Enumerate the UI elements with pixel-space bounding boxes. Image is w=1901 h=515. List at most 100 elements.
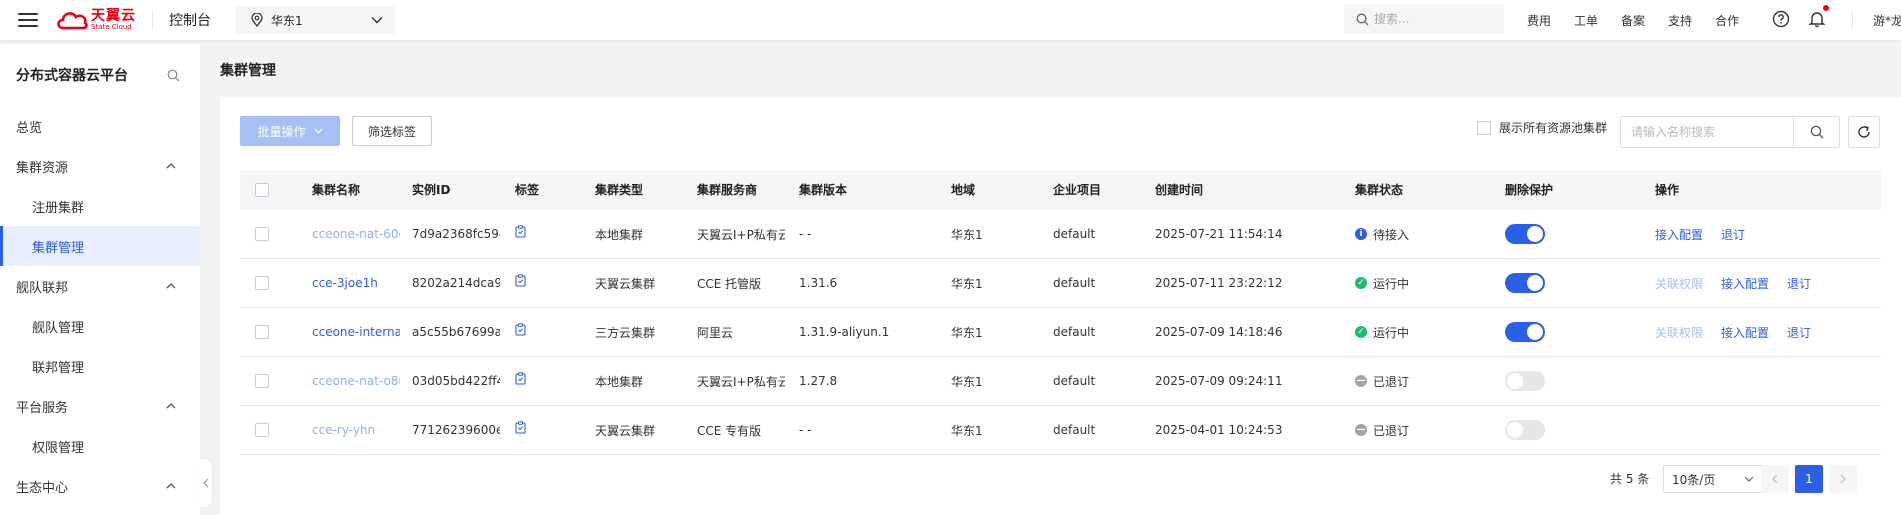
- row-select-cell: [255, 259, 269, 307]
- cell-ops: 关联权限 接入配置 退订: [1655, 308, 1875, 356]
- status-off-icon: —: [1355, 424, 1367, 436]
- notification-dot: [1823, 5, 1829, 11]
- sidebar-item-0[interactable]: 总览: [0, 106, 200, 146]
- page-size-select[interactable]: 10条/页: [1663, 465, 1763, 493]
- sidebar: 分布式容器云平台 总览 集群资源 注册集群 集群管理 舰队联邦 舰队管理 联邦管理 平台服务权…: [0, 44, 200, 515]
- region-text: 华东1: [951, 325, 983, 340]
- search-icon: [1810, 125, 1823, 139]
- column-header-1: 实例ID: [412, 183, 451, 197]
- cluster-name-link[interactable]: cce-3joe1h: [312, 276, 378, 290]
- sidebar-item-7[interactable]: 平台服务: [0, 386, 200, 426]
- cell-provider: 天翼云I+P私有云: [697, 357, 785, 405]
- delete-protection-toggle[interactable]: [1505, 224, 1545, 244]
- action-link-0[interactable]: 关联权限: [1655, 324, 1703, 341]
- cell-created: 2025-07-09 09:24:11: [1155, 357, 1345, 405]
- sidebar-item-label: 集群资源: [16, 160, 69, 176]
- region-text: 华东1: [951, 374, 983, 389]
- cell-tag: [515, 210, 555, 258]
- tag-clipboard-icon[interactable]: [515, 273, 526, 287]
- cell-type: 三方云集群: [595, 308, 687, 356]
- action-link-2[interactable]: 退订: [1787, 324, 1811, 341]
- instance_id-text: a5c55b67699a4: [412, 325, 500, 339]
- refresh-button[interactable]: [1848, 116, 1880, 148]
- filter-tags-button[interactable]: 筛选标签: [352, 116, 432, 146]
- row-checkbox[interactable]: [255, 325, 269, 339]
- created-text: 2025-07-09 14:18:46: [1155, 325, 1283, 339]
- action-link-1[interactable]: 接入配置: [1721, 324, 1769, 341]
- cell-project: default: [1053, 308, 1143, 356]
- action-link-0[interactable]: 关联权限: [1655, 275, 1703, 292]
- row-checkbox[interactable]: [255, 423, 269, 437]
- global-search[interactable]: [1344, 4, 1504, 34]
- help-icon[interactable]: [1772, 10, 1790, 28]
- sidebar-collapse-handle[interactable]: [200, 459, 212, 507]
- nav-link-partner[interactable]: 合作: [1715, 12, 1739, 29]
- sidebar-item-2[interactable]: 注册集群: [0, 186, 200, 226]
- cluster-name-link[interactable]: cceone-interna: [312, 325, 400, 339]
- sidebar-item-4[interactable]: 舰队联邦: [0, 266, 200, 306]
- project-text: default: [1053, 325, 1096, 339]
- row-checkbox[interactable]: [255, 227, 269, 241]
- logo[interactable]: 天翼云 State Cloud: [55, 9, 136, 31]
- action-link-1[interactable]: 退订: [1721, 226, 1745, 243]
- cloud-logo-icon: [57, 12, 88, 30]
- show-all-checkbox[interactable]: [1477, 120, 1491, 135]
- user-name[interactable]: 游*龙: [1873, 12, 1901, 29]
- name-search-input[interactable]: [1621, 117, 1793, 147]
- next-page-button[interactable]: [1829, 465, 1857, 493]
- name-search-button[interactable]: [1793, 117, 1839, 147]
- console-link[interactable]: 控制台: [169, 10, 211, 30]
- column-header-9: 集群状态: [1355, 183, 1404, 197]
- tag-clipboard-icon[interactable]: [515, 322, 526, 336]
- row-checkbox[interactable]: [255, 276, 269, 290]
- chevron-up-icon: [166, 163, 176, 169]
- cluster-name-link[interactable]: cceone-nat-60c: [312, 227, 400, 241]
- nav-link-support[interactable]: 支持: [1668, 12, 1692, 29]
- batch-operations-button[interactable]: 批量操作: [240, 116, 340, 146]
- region-select[interactable]: 华东1: [235, 6, 395, 34]
- tag-clipboard-icon[interactable]: [515, 420, 526, 434]
- action-link-0[interactable]: 接入配置: [1655, 226, 1703, 243]
- sidebar-item-5[interactable]: 舰队管理: [0, 306, 200, 346]
- prev-page-button[interactable]: [1761, 465, 1789, 493]
- status-ok-icon: ✓: [1355, 277, 1367, 289]
- delete-protection-toggle[interactable]: [1505, 371, 1545, 391]
- nav-link-tickets[interactable]: 工单: [1574, 12, 1598, 29]
- chevron-down-icon: [1744, 476, 1754, 482]
- sidebar-item-9[interactable]: 生态中心: [0, 466, 200, 506]
- nav-link-fees[interactable]: 费用: [1527, 12, 1551, 29]
- menu-icon[interactable]: [18, 13, 38, 27]
- tag-clipboard-icon[interactable]: [515, 371, 526, 385]
- sidebar-item-3[interactable]: 集群管理: [0, 226, 200, 266]
- page-button-current[interactable]: 1: [1795, 465, 1823, 493]
- cell-protect: [1505, 357, 1595, 405]
- row-actions: 关联权限 接入配置 退订: [1655, 324, 1811, 341]
- row-checkbox[interactable]: [255, 374, 269, 388]
- delete-protection-toggle[interactable]: [1505, 420, 1545, 440]
- action-link-1[interactable]: 接入配置: [1721, 275, 1769, 292]
- logo-subtext: State Cloud: [91, 23, 132, 31]
- cluster-name-link[interactable]: cce-ry-yhn: [312, 423, 375, 437]
- top-links: 费用 工单 备案 支持 合作: [1527, 0, 1762, 40]
- show-all-pools-option[interactable]: 展示所有资源池集群: [1477, 119, 1607, 136]
- status-text: 运行中: [1373, 276, 1410, 291]
- cluster-name-link[interactable]: cceone-nat-o8u: [312, 374, 400, 388]
- action-link-2[interactable]: 退订: [1787, 275, 1811, 292]
- sidebar-item-label: 平台服务: [16, 400, 69, 416]
- divider: [1852, 10, 1853, 30]
- cell-provider: 阿里云: [697, 308, 785, 356]
- delete-protection-toggle[interactable]: [1505, 322, 1545, 342]
- nav-link-filing[interactable]: 备案: [1621, 12, 1645, 29]
- cluster-table: 集群名称 实例ID 标签 集群类型 集群服务商 集群版本 地域 企业项目 创建时间 集群状态 删除保…: [240, 170, 1881, 455]
- sidebar-item-1[interactable]: 集群资源: [0, 146, 200, 186]
- delete-protection-toggle[interactable]: [1505, 273, 1545, 293]
- bell-icon[interactable]: [1808, 10, 1826, 28]
- sidebar-item-6[interactable]: 联邦管理: [0, 346, 200, 386]
- total-count: 共 5 条: [1610, 471, 1650, 486]
- search-icon[interactable]: [167, 69, 180, 82]
- sidebar-item-8[interactable]: 权限管理: [0, 426, 200, 466]
- select-all-checkbox[interactable]: [255, 183, 269, 197]
- global-search-input[interactable]: [1374, 12, 1484, 26]
- column-header-5: 集群版本: [799, 183, 848, 197]
- tag-clipboard-icon[interactable]: [515, 224, 526, 238]
